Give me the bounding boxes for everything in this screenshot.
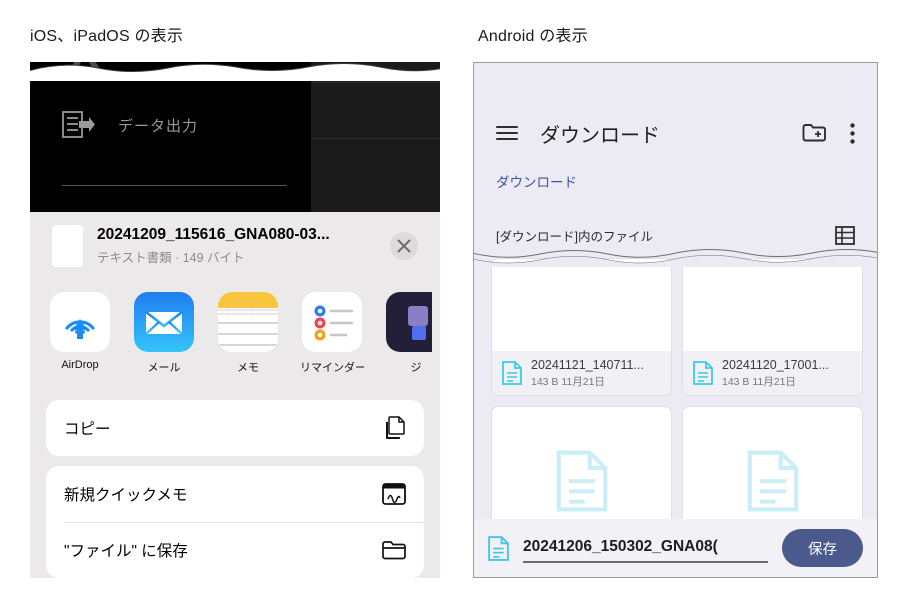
file-name: 20241121_140711... — [531, 357, 644, 372]
ios-file-subtitle: テキスト書類 · 149 バイト — [97, 251, 245, 265]
overflow-menu-icon[interactable] — [850, 122, 855, 144]
share-target-airdrop[interactable]: AirDrop — [48, 286, 112, 371]
ios-section-caption: iOS、iPadOS の表示 — [30, 28, 184, 45]
close-button[interactable] — [390, 232, 418, 260]
text-file-icon — [502, 361, 522, 385]
android-breadcrumb[interactable]: ダウンロード — [496, 171, 577, 191]
ios-action-save-to-files[interactable]: "ファイル" に保存 — [46, 522, 424, 578]
file-meta: 143 B 11月21日 — [531, 375, 605, 388]
text-file-icon — [556, 450, 607, 512]
quick-note-icon — [382, 483, 406, 505]
share-target-label: ジ — [410, 362, 422, 374]
android-files-panel: ダウンロード ダウンロード [ダウンロード]内のファイル 20241121_14… — [473, 62, 878, 578]
android-section-caption: Android の表示 — [478, 28, 588, 45]
mail-icon — [134, 292, 194, 352]
hamburger-menu-icon[interactable] — [496, 125, 518, 141]
ios-action-group-save: 新規クイックメモ "ファイル" に保存 — [46, 466, 424, 578]
airdrop-icon — [50, 292, 110, 352]
file-preview — [492, 259, 671, 351]
file-meta: 143 B 11月21日 — [722, 375, 796, 388]
filename-input[interactable]: 20241206_150302_GNA08( — [523, 538, 768, 563]
close-icon — [397, 239, 411, 253]
ios-action-label: コピー — [64, 421, 111, 438]
android-save-bar: 20241206_150302_GNA08( 保存 — [474, 519, 877, 577]
notes-icon — [218, 292, 278, 352]
ios-action-label: "ファイル" に保存 — [64, 543, 188, 560]
filename-input-value: 20241206_150302_GNA08( — [523, 537, 718, 555]
ios-background-app-list — [311, 62, 440, 212]
ios-file-header: 20241209_115616_GNA080-03... テキスト書類 · 14… — [38, 212, 432, 280]
ios-dark-divider — [62, 185, 287, 186]
file-card[interactable]: 20241121_140711... 143 B 11月21日 — [491, 258, 672, 396]
new-folder-icon[interactable] — [802, 123, 826, 143]
android-subheader-label: [ダウンロード]内のファイル — [496, 229, 653, 244]
save-button-label: 保存 — [808, 541, 837, 558]
text-file-icon — [488, 535, 509, 561]
folder-icon — [382, 541, 406, 560]
share-target-label: メール — [147, 362, 181, 374]
file-name: 20241120_17001... — [722, 357, 829, 372]
save-button[interactable]: 保存 — [782, 529, 863, 567]
share-target-notes[interactable]: メモ — [216, 286, 280, 375]
screenshot-root: iOS、iPadOS の表示 Android の表示 データ出力 2024120… — [0, 0, 900, 600]
share-target-reminders[interactable]: リマインダー — [300, 286, 364, 375]
android-subheader: [ダウンロード]内のファイル — [474, 218, 877, 252]
clipped-toolbar-icon — [65, 62, 105, 78]
partial-app-icon — [386, 292, 432, 352]
ios-action-copy[interactable]: コピー — [46, 400, 424, 456]
file-preview — [683, 259, 862, 351]
share-target-label: リマインダー — [300, 362, 364, 374]
text-file-icon — [747, 450, 798, 512]
share-target-label: AirDrop — [61, 359, 99, 371]
copy-icon — [386, 416, 405, 439]
document-thumbnail — [52, 225, 83, 267]
file-card[interactable]: 20241120_17001... 143 B 11月21日 — [682, 258, 863, 396]
ios-data-export-label: データ出力 — [118, 117, 199, 135]
text-file-icon — [693, 361, 713, 385]
ios-action-group-copy: コピー — [46, 400, 424, 456]
reminders-icon — [302, 292, 362, 352]
document-export-icon — [62, 111, 95, 138]
ios-app-share-row: AirDrop メール メモ リマインダー ジ — [38, 286, 432, 396]
ios-share-sheet-panel: データ出力 20241209_115616_GNA080-03... テキスト書… — [30, 62, 440, 578]
ios-action-new-quick-note[interactable]: 新規クイックメモ — [46, 466, 424, 522]
android-page-title: ダウンロード — [540, 124, 660, 147]
share-target-mail[interactable]: メール — [132, 286, 196, 375]
android-file-grid: 20241121_140711... 143 B 11月21日 20241120… — [491, 258, 863, 556]
grid-view-toggle-icon[interactable] — [835, 225, 855, 245]
share-target-label: メモ — [237, 362, 259, 374]
ios-data-export-row[interactable]: データ出力 — [62, 110, 198, 140]
ios-action-label: 新規クイックメモ — [64, 487, 188, 504]
android-app-bar: ダウンロード — [474, 111, 877, 155]
ios-filename: 20241209_115616_GNA080-03... — [97, 226, 330, 243]
share-target-partial[interactable]: ジ — [384, 286, 432, 375]
